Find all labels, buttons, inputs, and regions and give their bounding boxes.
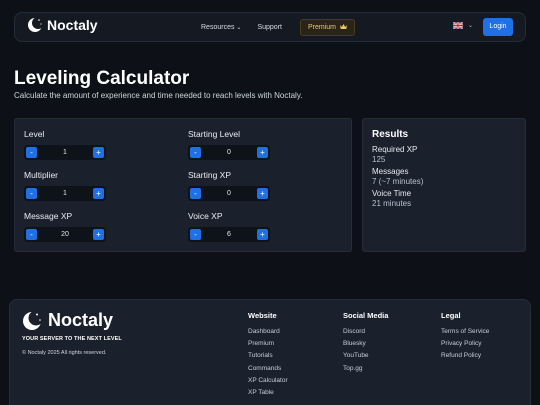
starting-xp-decrement-button[interactable]: -: [190, 188, 201, 199]
message-xp-input[interactable]: 20: [38, 227, 92, 242]
message-xp-label: Message XP: [24, 211, 73, 221]
moon-logo-icon: [28, 17, 43, 32]
footer-link-discord[interactable]: Discord: [343, 326, 388, 338]
starting-xp-input[interactable]: 0: [202, 186, 256, 201]
starting-level-decrement-button[interactable]: -: [190, 147, 201, 158]
footer-link-xp-calculator[interactable]: XP Calculator: [248, 375, 288, 387]
starting-xp-label: Starting XP: [188, 170, 231, 180]
multiplier-decrement-button[interactable]: -: [26, 188, 37, 199]
starting-level-increment-button[interactable]: +: [257, 147, 268, 158]
starting-level-label: Starting Level: [188, 129, 240, 139]
message-xp-increment-button[interactable]: +: [93, 229, 104, 240]
multiplier-input[interactable]: 1: [38, 186, 92, 201]
footer-link-terms[interactable]: Terms of Service: [441, 326, 489, 338]
nav-links: Resources ⌄ Support Premium: [201, 19, 355, 36]
multiplier-field: Multiplier - 1 +: [24, 170, 174, 201]
footer-logo[interactable]: Noctaly: [22, 310, 113, 331]
footer-tagline: YOUR SERVER TO THE NEXT LEVEL: [22, 336, 122, 342]
message-xp-field: Message XP - 20 +: [24, 211, 174, 242]
footer-link-topgg[interactable]: Top.gg: [343, 363, 388, 375]
page-title: Leveling Calculator: [14, 68, 190, 89]
footer-copyright: © Noctaly 2025 All rights reserved.: [22, 350, 107, 356]
premium-button[interactable]: Premium: [299, 19, 355, 36]
starting-level-input[interactable]: 0: [202, 145, 256, 160]
uk-flag-icon: [453, 22, 463, 29]
page-subtitle: Calculate the amount of experience and t…: [14, 91, 303, 100]
footer-link-youtube[interactable]: YouTube: [343, 350, 388, 362]
results-panel: Results Required XP 125 Messages 7 (~7 m…: [362, 118, 526, 252]
chevron-down-icon: ⌄: [236, 24, 242, 31]
footer: Noctaly YOUR SERVER TO THE NEXT LEVEL © …: [9, 299, 531, 405]
footer-social-column: Social Media Discord Bluesky YouTube Top…: [343, 311, 388, 375]
level-decrement-button[interactable]: -: [26, 147, 37, 158]
voice-xp-decrement-button[interactable]: -: [190, 229, 201, 240]
nav-support-link[interactable]: Support: [257, 20, 282, 36]
crown-icon: [339, 24, 347, 29]
calculator-panel: Level - 1 + Starting Level - 0 + Multipl…: [14, 118, 352, 252]
footer-legal-title: Legal: [441, 311, 461, 320]
chevron-down-icon: ⌄: [468, 23, 474, 29]
nav-resources-dropdown[interactable]: Resources ⌄: [201, 20, 241, 36]
footer-link-privacy[interactable]: Privacy Policy: [441, 338, 489, 350]
level-stepper: - 1 +: [24, 145, 106, 160]
footer-link-dashboard[interactable]: Dashboard: [248, 326, 288, 338]
logo-text: Noctaly: [47, 17, 98, 33]
messages-label: Messages: [372, 167, 409, 176]
footer-link-tutorials[interactable]: Tutorials: [248, 350, 288, 362]
premium-label: Premium: [307, 24, 336, 31]
moon-logo-icon: [23, 310, 42, 330]
voice-xp-label: Voice XP: [188, 211, 223, 221]
level-label: Level: [24, 129, 45, 139]
voice-time-label: Voice Time: [372, 189, 412, 198]
voice-xp-input[interactable]: 6: [202, 227, 256, 242]
level-field: Level - 1 +: [24, 129, 174, 160]
footer-link-bluesky[interactable]: Bluesky: [343, 338, 388, 350]
top-navbar: Noctaly Resources ⌄ Support Premium ⌄ Lo…: [14, 12, 526, 42]
login-button[interactable]: Login: [483, 18, 513, 36]
footer-website-column: Website Dashboard Premium Tutorials Comm…: [248, 311, 288, 399]
footer-website-title: Website: [248, 311, 277, 320]
footer-legal-column: Legal Terms of Service Privacy Policy Re…: [441, 311, 489, 363]
footer-link-refund[interactable]: Refund Policy: [441, 350, 489, 362]
footer-logo-text: Noctaly: [48, 310, 114, 330]
voice-xp-increment-button[interactable]: +: [257, 229, 268, 240]
results-title: Results: [372, 129, 409, 140]
level-increment-button[interactable]: +: [93, 147, 104, 158]
voice-xp-field: Voice XP - 6 +: [188, 211, 338, 242]
messages-value: 7 (~7 minutes): [372, 177, 424, 186]
voice-time-value: 21 minutes: [372, 199, 412, 208]
language-selector[interactable]: ⌄: [453, 22, 473, 29]
footer-link-xp-table[interactable]: XP Table: [248, 387, 288, 399]
footer-link-commands[interactable]: Commands: [248, 363, 288, 375]
voice-xp-stepper: - 6 +: [188, 227, 270, 242]
multiplier-increment-button[interactable]: +: [93, 188, 104, 199]
starting-xp-increment-button[interactable]: +: [257, 188, 268, 199]
message-xp-decrement-button[interactable]: -: [26, 229, 37, 240]
logo[interactable]: Noctaly: [27, 17, 98, 33]
footer-social-title: Social Media: [343, 311, 389, 320]
footer-link-premium[interactable]: Premium: [248, 338, 288, 350]
starting-xp-stepper: - 0 +: [188, 186, 270, 201]
starting-xp-field: Starting XP - 0 +: [188, 170, 338, 201]
multiplier-stepper: - 1 +: [24, 186, 106, 201]
nav-resources-label: Resources: [201, 23, 235, 31]
starting-level-field: Starting Level - 0 +: [188, 129, 338, 160]
level-input[interactable]: 1: [38, 145, 92, 160]
required-xp-label: Required XP: [372, 145, 418, 154]
required-xp-value: 125: [372, 155, 386, 164]
starting-level-stepper: - 0 +: [188, 145, 270, 160]
multiplier-label: Multiplier: [24, 170, 59, 180]
message-xp-stepper: - 20 +: [24, 227, 106, 242]
